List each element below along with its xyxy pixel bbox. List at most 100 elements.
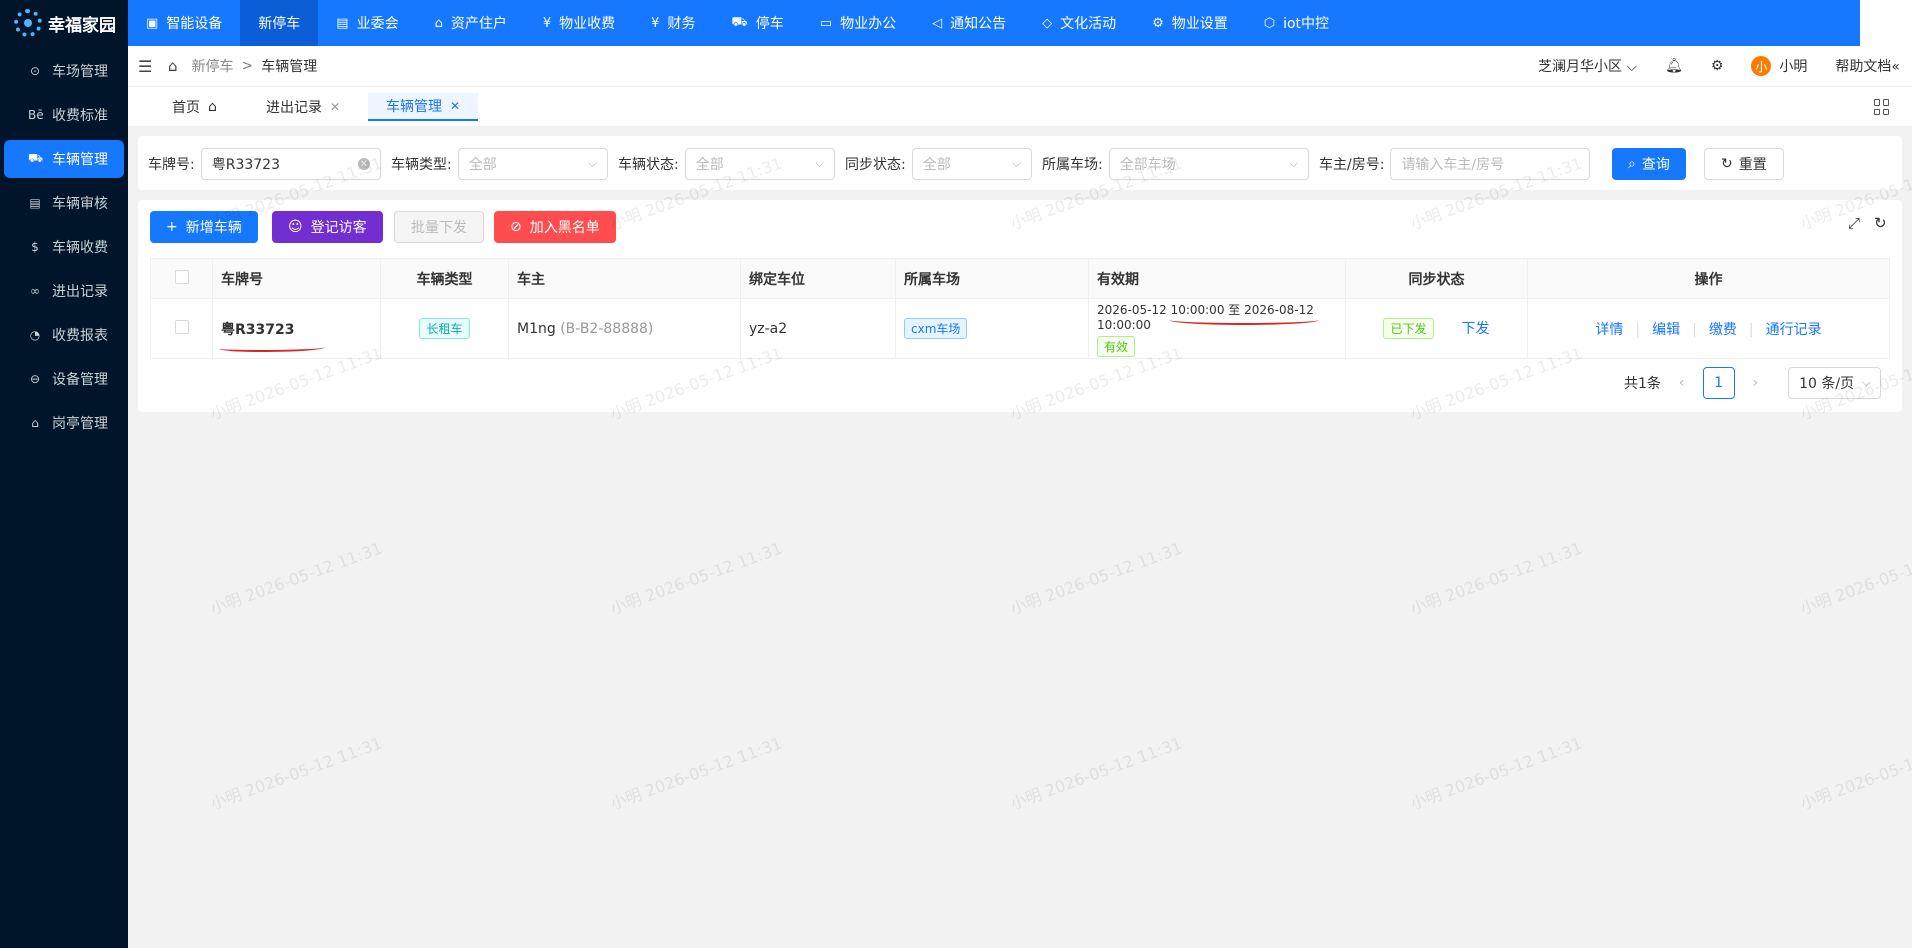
ops-divider: | [1748, 321, 1754, 338]
vehicle-type-field: 车辆类型: 全部 ⌵ [391, 148, 608, 180]
row-select-cell [150, 298, 213, 359]
breadcrumb-parent[interactable]: 新停车 [192, 56, 234, 76]
owner-room-input[interactable]: 请输入车主/房号 [1390, 148, 1591, 180]
home-icon[interactable]: ⌂ [168, 57, 178, 75]
topnav-label: 新停车 [258, 16, 301, 32]
access-records-link[interactable]: 通行记录 [1766, 322, 1822, 338]
close-icon[interactable]: ✕ [450, 99, 460, 113]
topnav-property-fees[interactable]: ¥ 物业收费 [525, 0, 633, 46]
app-logo[interactable]: 幸福家园 [0, 0, 128, 46]
vehicle-status-select[interactable]: 全部 ⌵ [684, 148, 835, 180]
user-menu[interactable]: 小小明 [1751, 56, 1807, 77]
reset-button[interactable]: ↻ 重置 [1704, 148, 1784, 180]
tab-vehicle-management[interactable]: 车辆管理 ✕ [368, 93, 479, 121]
sidebar-item-vehicle-fee[interactable]: $ 车辆收费 [4, 228, 124, 266]
parking-lot-field: 所属车场: 全部车场 ⌵ [1042, 148, 1309, 180]
sidebar-item-vehicle-audit[interactable]: ▤ 车辆审核 [4, 184, 124, 222]
batch-issue-button[interactable]: 批量下发 [394, 211, 484, 243]
topbar-blank-area [1860, 0, 1912, 46]
register-visitor-button[interactable]: ☺ 登记访客 [272, 211, 383, 243]
add-blacklist-button[interactable]: ⊘ 加入黑名单 [494, 211, 616, 243]
topnav-smart-devices[interactable]: ▣ 智能设备 [128, 0, 240, 46]
parking-icon: ⊙ [29, 64, 41, 78]
reset-button-label: 重置 [1738, 157, 1767, 173]
topnav-committee[interactable]: ▤ 业委会 [318, 0, 416, 46]
bell-icon[interactable]: 🔔︎ [1665, 58, 1683, 74]
sync-status-label: 同步状态: [845, 157, 906, 173]
pay-link[interactable]: 缴费 [1709, 322, 1737, 338]
menu-toggle-icon[interactable]: ☰ [138, 57, 156, 76]
topnav-iot-control[interactable]: ⬡ iot中控 [1246, 0, 1347, 46]
owner-room-field: 车主/房号: 请输入车主/房号 [1319, 148, 1591, 180]
row-checkbox[interactable] [174, 319, 189, 334]
topnav-property-settings[interactable]: ⚙ 物业设置 [1134, 0, 1246, 46]
issue-link[interactable]: 下发 [1462, 321, 1490, 337]
reload-icon[interactable]: ↻ [1874, 214, 1887, 232]
booth-icon: ⌂ [31, 416, 39, 430]
sidebar-item-parking-lot[interactable]: ⊙ 车场管理 [4, 52, 124, 90]
topnav-property-office[interactable]: ▭ 物业办公 [802, 0, 914, 46]
tab-label: 进出记录 [266, 100, 322, 116]
link-icon: ∞ [30, 284, 40, 298]
help-docs-link[interactable]: 帮助文档« [1835, 56, 1900, 76]
topnav-label: 物业设置 [1171, 16, 1228, 32]
page-number-button[interactable]: 1 [1702, 367, 1735, 399]
community-selector[interactable]: 芝澜月华小区 ⌵ [1538, 56, 1637, 76]
sidebar-item-device-management[interactable]: ⊖ 设备管理 [4, 360, 124, 398]
vehicle-type-tag: 长租车 [419, 318, 470, 339]
tab-access-records[interactable]: 进出记录 ✕ [266, 93, 340, 121]
topnav-label: 物业收费 [559, 16, 616, 32]
cube-icon: ⬡ [1263, 15, 1276, 31]
tab-home[interactable]: 首页 ⌂ [172, 93, 217, 121]
topnav-culture[interactable]: ◇ 文化活动 [1024, 0, 1134, 46]
topnav-new-parking[interactable]: 新停车 [240, 0, 319, 46]
col-sync: 同步状态 [1345, 258, 1528, 299]
sidebar-item-booth-management[interactable]: ⌂ 岗亭管理 [4, 404, 124, 442]
topnav-parking[interactable]: ⛟ 停车 [713, 0, 801, 46]
close-icon[interactable]: ✕ [330, 100, 340, 114]
query-button[interactable]: ⌕ 查询 [1612, 148, 1686, 180]
prev-page-icon[interactable]: ‹ [1679, 375, 1685, 391]
search-panel: 车牌号: 粤R33723 × 车辆类型: 全部 ⌵ 车辆状态: 全部 ⌵ 同步状态: … [138, 136, 1902, 190]
detail-link[interactable]: 详情 [1595, 322, 1623, 338]
select-all-checkbox[interactable] [174, 269, 189, 284]
sidebar-item-vehicle-management[interactable]: ⛟ 车辆管理 [4, 140, 124, 178]
owner-room: (B-B2-88888) [560, 320, 654, 337]
settings-gear-icon[interactable]: ⚙ [1711, 58, 1724, 74]
parking-lot-label: 所属车场: [1042, 157, 1103, 173]
col-ops: 操作 [1527, 258, 1890, 299]
car-icon: ⛟ [28, 151, 44, 165]
edit-link[interactable]: 编辑 [1652, 322, 1680, 338]
sync-status-select[interactable]: 全部 ⌵ [911, 148, 1032, 180]
validity-cell: 2026-05-12 10:00:00 至 2026-08-12 10:00:0… [1088, 298, 1346, 359]
topnav-notices[interactable]: ◁ 通知公告 [914, 0, 1024, 46]
clear-icon[interactable]: × [357, 158, 370, 170]
page-size-select[interactable]: 10 条/页 ⌵ [1788, 367, 1882, 399]
sidebar-item-access-records[interactable]: ∞ 进出记录 [4, 272, 124, 310]
next-page-icon[interactable]: › [1753, 375, 1759, 391]
sync-status-tag: 已下发 [1383, 318, 1434, 339]
sidebar-item-label: 岗亭管理 [52, 416, 108, 432]
chevron-down-icon: ⌵ [1626, 59, 1638, 75]
sidebar-item-label: 进出记录 [52, 284, 108, 300]
sidebar-item-label: 设备管理 [52, 372, 108, 388]
add-vehicle-button[interactable]: + 新增车辆 [150, 211, 258, 243]
sidebar-item-fee-standard[interactable]: Bē 收费标准 [4, 96, 124, 134]
plus-icon: + [166, 219, 178, 235]
top-nav: ▣ 智能设备 新停车 ▤ 业委会 ⌂ 资产住户 ¥ 物业收费 ¥ 财务 ⛟ 停车 ▭ 物业办公… [128, 0, 1860, 46]
plate-field: 车牌号: 粤R33723 × [148, 148, 381, 180]
breadcrumb-current: 车辆管理 [261, 59, 318, 75]
grid-layout-icon[interactable] [1874, 99, 1890, 115]
fullscreen-icon[interactable]: ⤢ [1848, 214, 1860, 232]
topnav-finance[interactable]: ¥ 财务 [633, 0, 713, 46]
topnav-assets-residents[interactable]: ⌂ 资产住户 [417, 0, 525, 46]
vehicle-type-select[interactable]: 全部 ⌵ [457, 148, 608, 180]
parking-lot-tag: cxm车场 [904, 318, 968, 339]
topnav-label: 停车 [755, 16, 784, 32]
table-row: 粤R33723 长租车 M1ng (B-B2-88888) yz-a2 cxm车… [150, 298, 1890, 359]
sidebar-item-fee-report[interactable]: ◔ 收费报表 [4, 316, 124, 354]
plate-input[interactable]: 粤R33723 × [200, 148, 381, 180]
user-name: 小明 [1779, 58, 1808, 75]
parking-lot-select[interactable]: 全部车场 ⌵ [1108, 148, 1309, 180]
vehicle-status-label: 车辆状态: [618, 157, 679, 173]
